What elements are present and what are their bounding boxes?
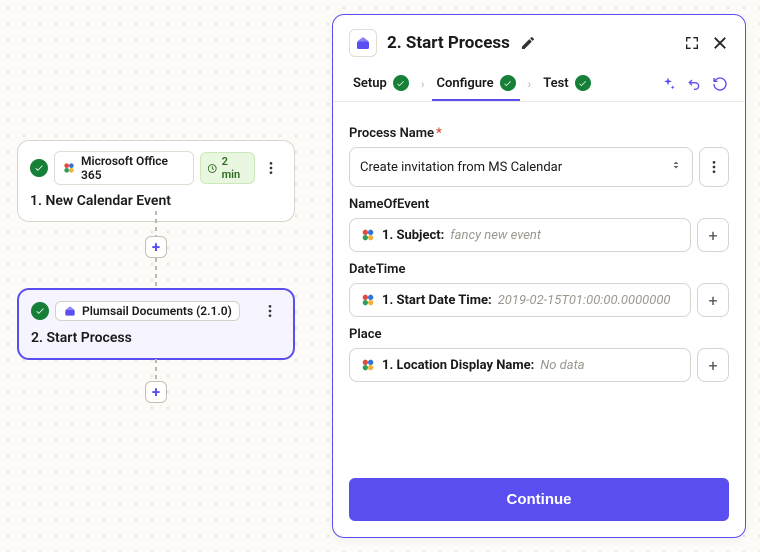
- tab-check-icon: [575, 75, 591, 91]
- tab-check-icon: [393, 75, 409, 91]
- node-header: Plumsail Documents (2.1.0): [31, 300, 281, 322]
- field-label-datetime: DateTime: [349, 262, 729, 277]
- token-label: 1. Start Date Time:: [382, 293, 492, 308]
- connector-line: [155, 359, 157, 381]
- node-title: 1. New Calendar Event: [30, 193, 282, 209]
- node-menu-button[interactable]: [261, 157, 282, 179]
- node-menu-button[interactable]: [259, 300, 281, 322]
- flow-node-new-calendar-event[interactable]: Microsoft Office 365 2 min 1. New Calend…: [17, 140, 295, 222]
- tab-test[interactable]: Test: [539, 67, 594, 101]
- chevron-updown-icon: [670, 158, 682, 176]
- token-label: 1. Location Display Name:: [382, 358, 534, 373]
- ai-sparkle-icon[interactable]: [659, 75, 677, 93]
- time-badge-label: 2 min: [222, 155, 248, 181]
- plumsail-icon: [63, 304, 77, 318]
- add-step-button[interactable]: +: [145, 381, 167, 403]
- app-badge-plumsail: Plumsail Documents (2.1.0): [55, 301, 240, 321]
- continue-button[interactable]: Continue: [349, 478, 729, 521]
- place-input[interactable]: 1. Location Display Name: No data: [349, 348, 691, 382]
- tab-check-icon: [500, 75, 516, 91]
- tab-label: Test: [543, 76, 568, 91]
- refresh-icon[interactable]: [711, 75, 729, 93]
- field-label-process-name: Process Name*: [349, 126, 729, 141]
- tab-label: Configure: [436, 76, 493, 91]
- process-name-select[interactable]: Create invitation from MS Calendar: [349, 147, 693, 187]
- ms365-icon: [360, 357, 376, 373]
- panel-tabs: Setup › Configure › Test: [333, 67, 745, 102]
- plumsail-icon: [349, 29, 377, 57]
- add-token-button[interactable]: +: [697, 348, 729, 382]
- expand-icon[interactable]: [683, 34, 701, 52]
- process-name-more-button[interactable]: [699, 147, 729, 187]
- datetime-input[interactable]: 1. Start Date Time: 2019-02-15T01:00:00.…: [349, 283, 691, 317]
- connector-line: [155, 211, 157, 236]
- ms365-icon: [360, 227, 376, 243]
- undo-icon[interactable]: [685, 75, 703, 93]
- app-badge-label: Plumsail Documents (2.1.0): [82, 304, 232, 318]
- connector-line: [155, 258, 157, 288]
- flow-canvas: Microsoft Office 365 2 min 1. New Calend…: [0, 0, 330, 552]
- status-check-icon: [31, 302, 49, 320]
- panel-header: 2. Start Process: [333, 15, 745, 67]
- required-asterisk: *: [436, 126, 442, 141]
- ms365-icon: [360, 292, 376, 308]
- name-of-event-input[interactable]: 1. Subject: fancy new event: [349, 218, 691, 252]
- chevron-right-icon: ›: [528, 77, 532, 91]
- label-text: Process Name: [349, 126, 434, 141]
- edit-title-button[interactable]: [520, 35, 536, 51]
- tab-configure[interactable]: Configure: [432, 67, 519, 101]
- close-icon[interactable]: [711, 34, 729, 52]
- flow-node-start-process[interactable]: Plumsail Documents (2.1.0) 2. Start Proc…: [17, 288, 295, 360]
- panel-title: 2. Start Process: [387, 33, 510, 53]
- tab-label: Setup: [353, 76, 387, 91]
- add-step-button[interactable]: +: [145, 236, 167, 258]
- field-label-place: Place: [349, 327, 729, 342]
- ms365-icon: [62, 161, 76, 175]
- token-value: No data: [540, 358, 584, 373]
- panel-footer: Continue: [333, 466, 745, 537]
- node-header: Microsoft Office 365 2 min: [30, 151, 282, 185]
- status-check-icon: [30, 159, 48, 177]
- config-panel: 2. Start Process Setup › Configure › Tes…: [332, 14, 746, 538]
- field-label-name-of-event: NameOfEvent: [349, 197, 729, 212]
- time-badge: 2 min: [200, 152, 255, 184]
- chevron-right-icon: ›: [421, 77, 425, 91]
- panel-body: Process Name* Create invitation from MS …: [333, 102, 745, 466]
- add-token-button[interactable]: +: [697, 218, 729, 252]
- token-value: fancy new event: [450, 228, 541, 243]
- node-title: 2. Start Process: [31, 330, 281, 346]
- tab-setup[interactable]: Setup: [349, 67, 413, 101]
- token-value: 2019-02-15T01:00:00.0000000: [498, 293, 671, 308]
- app-badge-ms365: Microsoft Office 365: [54, 151, 194, 185]
- token-label: 1. Subject:: [382, 228, 444, 243]
- app-badge-label: Microsoft Office 365: [81, 154, 186, 182]
- add-token-button[interactable]: +: [697, 283, 729, 317]
- select-value: Create invitation from MS Calendar: [360, 160, 670, 175]
